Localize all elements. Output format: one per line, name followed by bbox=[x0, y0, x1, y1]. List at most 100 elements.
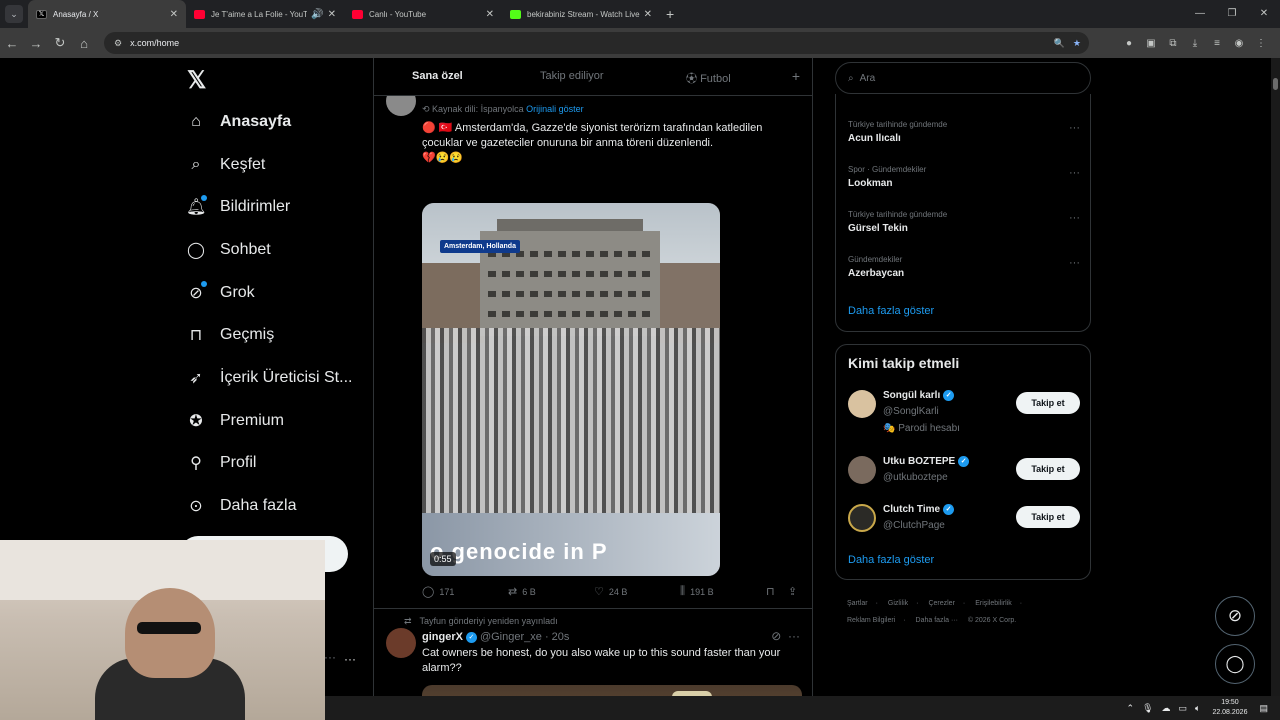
extension-icon[interactable]: ▣ bbox=[1140, 38, 1162, 49]
sidebar-item-explore[interactable]: ⌕ Keşfet bbox=[186, 150, 266, 180]
minimize-icon[interactable]: — bbox=[1184, 0, 1216, 28]
footer-link[interactable]: Şartlar bbox=[847, 600, 868, 607]
trend-item[interactable]: Spor · Gündemdekiler Lookman ··· bbox=[848, 165, 1080, 189]
kick-icon bbox=[510, 9, 521, 19]
taskbar-clock[interactable]: 19:50 22.08.2026 bbox=[1212, 698, 1247, 718]
forward-icon[interactable]: → bbox=[24, 36, 48, 51]
follow-suggestion[interactable]: Utku BOZTEPE ✓ @utkuboztepe Takip et bbox=[848, 456, 1080, 496]
download-icon[interactable]: ⤓ bbox=[1184, 38, 1206, 49]
views-button[interactable]: ⫼ 191 B bbox=[680, 585, 714, 598]
site-info-icon[interactable]: ⚙ bbox=[114, 38, 122, 49]
avatar[interactable] bbox=[848, 504, 876, 532]
browser-tab[interactable]: bekirabiniz Stream - Watch Live ✕ bbox=[502, 0, 660, 28]
tweet-video[interactable]: o genocide in P Amsterdam, Hollanda 0:55 bbox=[422, 203, 720, 576]
sidebar-item-creator-studio[interactable]: ➶ İçerik Üreticisi St... bbox=[186, 363, 352, 393]
grok-icon[interactable]: ⊘ bbox=[771, 629, 781, 643]
menu-icon[interactable]: ⋮ bbox=[1250, 38, 1272, 49]
sidebar-item-bookmarks[interactable]: ⊓ Geçmiş bbox=[186, 320, 274, 350]
footer-link[interactable]: Erişilebilirlik bbox=[975, 600, 1012, 607]
more-icon[interactable]: ··· bbox=[788, 629, 800, 643]
sidebar-item-more[interactable]: ⊙ Daha fazla bbox=[186, 491, 296, 521]
messages-fab-button[interactable]: ◯ bbox=[1215, 644, 1255, 684]
trend-item[interactable]: Gündemdekiler Azerbaycan ··· bbox=[848, 255, 1080, 279]
like-button[interactable]: ♡ 24 B bbox=[594, 585, 627, 598]
more-icon[interactable]: ··· bbox=[1069, 257, 1080, 269]
more-icon[interactable]: ··· bbox=[1069, 167, 1080, 179]
page-scrollbar[interactable] bbox=[1271, 58, 1280, 696]
more-icon[interactable]: ··· bbox=[1069, 212, 1080, 224]
profile-icon[interactable]: ◉ bbox=[1228, 38, 1250, 49]
extension-icon[interactable]: ● bbox=[1118, 38, 1140, 49]
sidebar-item-grok[interactable]: ⊘ Grok bbox=[186, 278, 255, 308]
scrollbar-thumb[interactable] bbox=[1273, 78, 1278, 90]
reload-icon[interactable]: ↻ bbox=[48, 35, 72, 51]
trends-show-more-link[interactable]: Daha fazla göster bbox=[848, 305, 934, 317]
close-tab-icon[interactable]: ✕ bbox=[644, 9, 652, 20]
speaker-icon[interactable]: 🔊 bbox=[311, 9, 323, 20]
close-tab-icon[interactable]: ✕ bbox=[486, 9, 494, 20]
trend-item[interactable]: Türkiye tarihinde gündemde Acun Ilıcalı ··… bbox=[848, 120, 1080, 144]
tab-for-you[interactable]: Sana özel bbox=[412, 70, 463, 82]
puzzle-icon[interactable]: ⧉ bbox=[1162, 38, 1184, 49]
network-icon[interactable]: ▭ bbox=[1179, 703, 1188, 714]
add-tab-icon[interactable]: + bbox=[792, 68, 800, 84]
tab-following[interactable]: Takip ediliyor bbox=[540, 70, 604, 82]
tab-football[interactable]: ⚽︎ Futbol bbox=[686, 70, 731, 86]
sidebar-item-premium[interactable]: ✪ Premium bbox=[186, 406, 284, 436]
footer-link[interactable]: Çerezler bbox=[928, 600, 954, 607]
reply-button[interactable]: ◯ 171 bbox=[422, 585, 454, 598]
close-tab-icon[interactable]: ✕ bbox=[328, 9, 336, 20]
zoom-icon[interactable]: 🔍 bbox=[1054, 38, 1065, 49]
bookmark-button[interactable]: ⊓ bbox=[766, 585, 780, 598]
tweet-author[interactable]: gingerX ✓ @Ginger_xe · 20s bbox=[422, 631, 569, 643]
back-icon[interactable]: ← bbox=[0, 36, 24, 51]
more-icon[interactable]: ··· bbox=[344, 652, 356, 666]
follow-button[interactable]: Takip et bbox=[1016, 506, 1080, 528]
sidebar-item-home[interactable]: ⌂ Anasayfa bbox=[186, 107, 291, 137]
follow-suggestion[interactable]: Songül karlı ✓ @SonglKarli 🎭 Parodi hesab… bbox=[848, 390, 1080, 440]
who-to-follow-show-more-link[interactable]: Daha fazla göster bbox=[848, 554, 934, 566]
restore-icon[interactable]: ❐ bbox=[1216, 0, 1248, 28]
x-logo-icon[interactable]: 𝕏 bbox=[187, 66, 206, 95]
grok-fab-button[interactable]: ⊘ bbox=[1215, 596, 1255, 636]
extensions-area: ● ▣ ⧉ ⤓ ≡ ◉ ⋮ bbox=[1118, 38, 1272, 49]
chevron-up-icon[interactable]: ⌃ bbox=[1127, 703, 1135, 714]
star-icon[interactable]: ★ bbox=[1073, 38, 1081, 49]
avatar[interactable] bbox=[848, 390, 876, 418]
media-icon[interactable]: ≡ bbox=[1206, 38, 1228, 49]
avatar[interactable] bbox=[386, 628, 416, 658]
tab-search-button[interactable]: ⌄ bbox=[5, 5, 23, 23]
sidebar-item-profile[interactable]: ⚲ Profil bbox=[186, 448, 256, 478]
trend-item[interactable]: Türkiye tarihinde gündemde Gürsel Tekin ··… bbox=[848, 210, 1080, 234]
footer-link[interactable]: Reklam Bilgileri bbox=[847, 617, 895, 624]
browser-tab[interactable]: Je T'aime a La Folie - YouTu 🔊 ✕ bbox=[186, 0, 344, 28]
browser-tab[interactable]: Canlı - YouTube ✕ bbox=[344, 0, 502, 28]
avatar[interactable] bbox=[848, 456, 876, 484]
grok-icon: ⊘ bbox=[1227, 606, 1243, 625]
cloud-icon[interactable]: ☁ bbox=[1162, 703, 1171, 714]
account-menu-icon[interactable]: ··· bbox=[324, 650, 336, 664]
sidebar-item-chat[interactable]: ◯ Sohbet bbox=[186, 235, 271, 265]
retweet-button[interactable]: ⇄ 6 B bbox=[508, 585, 536, 598]
microphone-icon[interactable]: 🎙︎ bbox=[1142, 703, 1153, 714]
show-original-link[interactable]: Orijinali göster bbox=[526, 104, 584, 114]
notification-center-icon[interactable]: ▤ bbox=[1259, 703, 1268, 714]
follow-button[interactable]: Takip et bbox=[1016, 392, 1080, 414]
footer-link[interactable]: Gizlilik bbox=[888, 600, 908, 607]
close-tab-icon[interactable]: ✕ bbox=[170, 9, 178, 20]
close-window-icon[interactable]: ✕ bbox=[1248, 0, 1280, 28]
follow-suggestion[interactable]: Clutch Time ✓ @ClutchPage Takip et bbox=[848, 504, 1080, 544]
volume-icon[interactable]: 🔈︎ bbox=[1195, 703, 1200, 714]
footer-link[interactable]: Daha fazla ··· bbox=[916, 617, 958, 624]
browser-tab[interactable]: 𝕏 Anasayfa / X ✕ bbox=[28, 0, 186, 28]
home-button-icon[interactable]: ⌂ bbox=[72, 36, 96, 51]
url-bar[interactable]: ⚙ x.com/home 🔍 ★ bbox=[104, 32, 1089, 54]
suggestion-name-text: Songül karlı bbox=[883, 390, 941, 402]
new-tab-button[interactable]: + bbox=[666, 6, 674, 22]
share-button[interactable]: ⇪ bbox=[788, 585, 802, 598]
sidebar-item-notifications[interactable]: 🔔︎ Bildirimler bbox=[186, 192, 290, 222]
follow-button[interactable]: Takip et bbox=[1016, 458, 1080, 480]
search-input[interactable]: ⌕ Ara bbox=[835, 62, 1091, 94]
trend-name: Gürsel Tekin bbox=[848, 223, 908, 234]
more-icon[interactable]: ··· bbox=[1069, 122, 1080, 134]
